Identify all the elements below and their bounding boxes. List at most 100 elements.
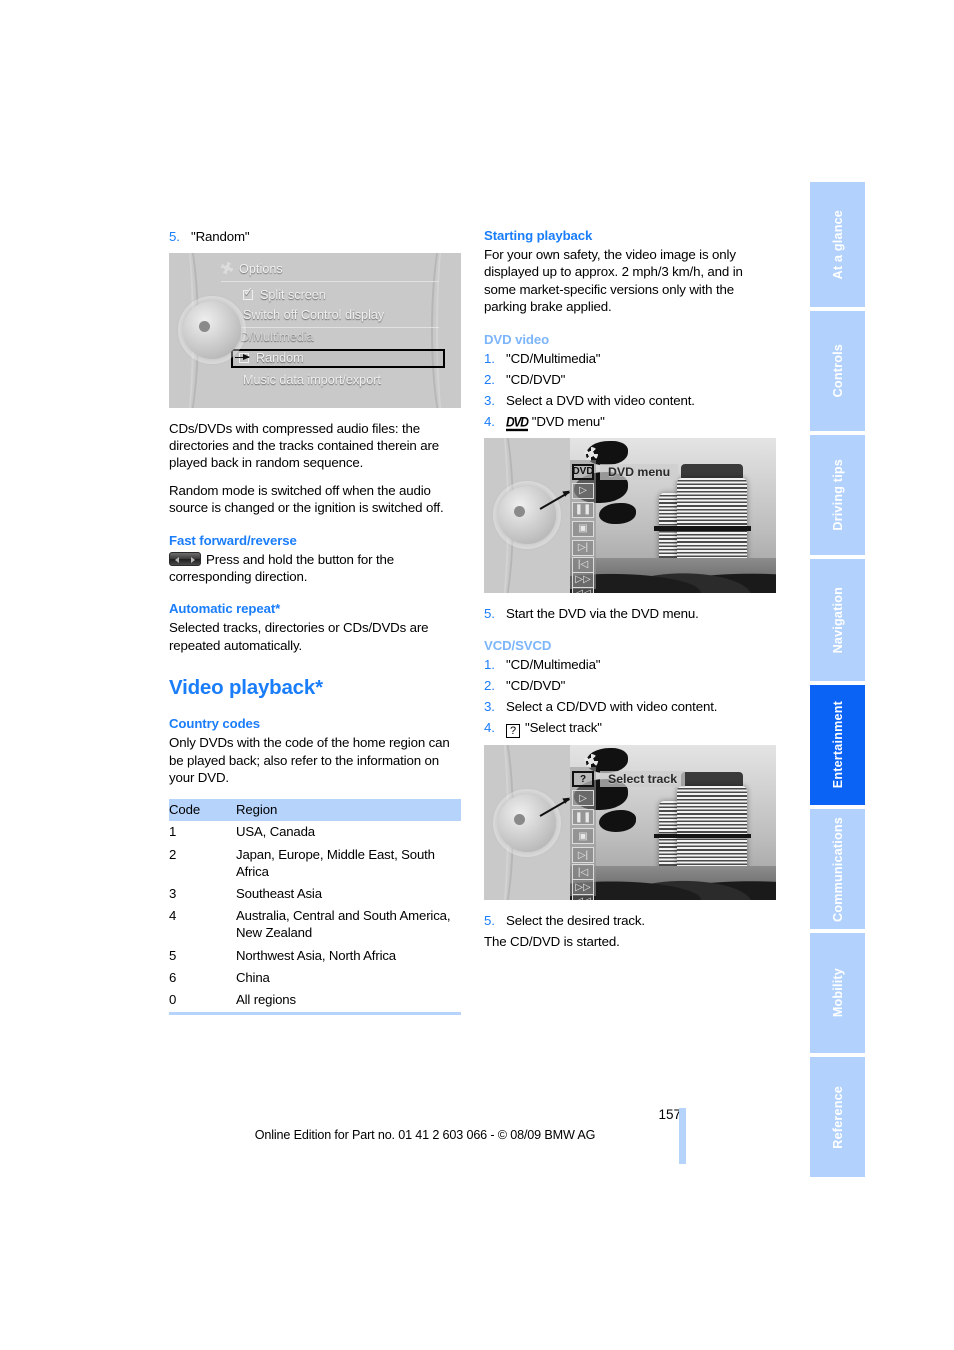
options-title-row: Options bbox=[221, 261, 431, 276]
rewind-icon: ◁◁ bbox=[572, 586, 594, 593]
paragraph-compressed-audio: CDs/DVDs with compressed audio files: th… bbox=[169, 420, 439, 471]
video-image bbox=[570, 437, 776, 593]
sidebar-tab-driving-tips[interactable]: Driving tips bbox=[810, 435, 865, 555]
dvd-menu-button-icon: DVD bbox=[572, 463, 594, 480]
left-column: 5. "Random" Options Split screen Switch … bbox=[169, 228, 461, 1016]
sidebar-tab-label: Driving tips bbox=[830, 459, 845, 531]
sidebar-tab-label: Navigation bbox=[830, 586, 845, 654]
screenshot-options-menu: Options Split screen Switch off Control … bbox=[169, 252, 461, 408]
fast-forward-icon: ▷▷ bbox=[572, 571, 594, 588]
option-random: Random bbox=[239, 351, 439, 365]
page-number-block: 157 bbox=[169, 1106, 681, 1124]
next-track-icon: ▷| bbox=[572, 539, 594, 556]
stop-icon: ▣ bbox=[572, 828, 594, 845]
table-row: 6 China bbox=[169, 969, 270, 985]
tower-band bbox=[654, 833, 752, 839]
table-row: 5 Northwest Asia, North Africa bbox=[169, 947, 396, 963]
list-item: 4. DVD "DVD menu" bbox=[484, 413, 605, 432]
tower-cap bbox=[681, 463, 744, 478]
list-item: 3. Select a CD/DVD with video content. bbox=[484, 699, 718, 715]
checkbox-checked-icon bbox=[243, 284, 254, 300]
tower-band bbox=[654, 525, 752, 531]
rocker-button-icon bbox=[169, 551, 201, 566]
tooltip-label: Select track bbox=[600, 771, 686, 788]
heading-vcd-svcd: VCD/SVCD bbox=[484, 638, 552, 654]
sidebar-tab-label: Communications bbox=[830, 816, 845, 922]
play-icon: ▷ bbox=[572, 482, 594, 499]
gear-icon bbox=[221, 261, 233, 274]
list-item: 2. "CD/DVD" bbox=[484, 371, 566, 387]
paragraph-starting-playback: For your own safety, the video image is … bbox=[484, 247, 743, 315]
list-item: 1. "CD/Multimedia" bbox=[484, 350, 601, 366]
step-number: 5. bbox=[169, 229, 180, 244]
page-number: 157 bbox=[658, 1107, 681, 1122]
sidebar-tab-label: Reference bbox=[830, 1085, 845, 1149]
idrive-controller-knob bbox=[183, 301, 241, 360]
sidebar-tab-label: Entertainment bbox=[830, 701, 845, 789]
list-item: 2. "CD/DVD" bbox=[484, 678, 566, 694]
paragraph-fast-forward: Press and hold the button for the corres… bbox=[169, 551, 394, 585]
screenshot-select-track: ? Select track ▷ ❚❚ ▣ ▷| |◁ ▷▷ ◁◁ bbox=[484, 745, 776, 901]
video-image bbox=[570, 745, 776, 901]
gear-icon bbox=[584, 446, 598, 461]
table-row: 3 Southeast Asia bbox=[169, 886, 322, 902]
heading-video-playback: Video playback* bbox=[169, 676, 323, 700]
option-music-data: Music data import/export bbox=[243, 372, 381, 387]
next-track-icon: ▷| bbox=[572, 847, 594, 864]
column-header-code: Code bbox=[169, 799, 236, 821]
sidebar-tab-label: At a glance bbox=[830, 209, 845, 280]
fast-forward-icon: ▷▷ bbox=[572, 879, 594, 896]
list-item: 5. Start the DVD via the DVD menu. bbox=[484, 605, 699, 621]
table-bottom-rule bbox=[169, 1012, 461, 1016]
sidebar-tab-reference[interactable]: Reference bbox=[810, 1057, 865, 1177]
heading-country-codes: Country codes bbox=[169, 716, 261, 732]
screenshot-dvd-menu: DVD DVD menu ▷ ❚❚ ▣ ▷| |◁ ▷▷ ◁◁ bbox=[484, 437, 776, 593]
sidebar-tab-label: Mobility bbox=[830, 968, 845, 1018]
heading-dvd-video: DVD video bbox=[484, 331, 550, 347]
sidebar-tab-navigation[interactable]: Navigation bbox=[810, 559, 865, 681]
paragraph-country-codes: Only DVDs with the code of the home regi… bbox=[169, 735, 450, 786]
play-icon: ▷ bbox=[572, 790, 594, 807]
bezel-right-inner bbox=[436, 252, 461, 408]
edition-notice: Online Edition for Part no. 01 41 2 603 … bbox=[254, 1128, 596, 1142]
table-row: 2 Japan, Europe, Middle East, South Afri… bbox=[169, 846, 435, 879]
sidebar-tab-at-a-glance[interactable]: At a glance bbox=[810, 182, 865, 307]
sidebar-tab-controls[interactable]: Controls bbox=[810, 311, 865, 431]
heading-fast-forward-reverse: Fast forward/reverse bbox=[169, 532, 297, 548]
table-row: 0 All regions bbox=[169, 992, 296, 1008]
list-item: 1. "CD/Multimedia" bbox=[484, 657, 601, 673]
list-item: 3. Select a DVD with video content. bbox=[484, 392, 695, 408]
previous-track-icon: |◁ bbox=[572, 556, 594, 573]
section-navigation-tabs: At a glance Controls Driving tips Naviga… bbox=[810, 182, 865, 1181]
stop-icon: ▣ bbox=[572, 520, 594, 537]
divider bbox=[231, 326, 439, 328]
country-codes-table: Code Region 1 USA, Canada 2 Japan, Europ… bbox=[169, 799, 461, 1012]
paragraph-automatic-repeat: Selected tracks, directories or CDs/DVDs… bbox=[169, 620, 429, 653]
table-row: 1 USA, Canada bbox=[169, 824, 315, 840]
option-cd-multimedia: CD/Multimedia bbox=[231, 329, 314, 344]
list-item: 4. ? "Select track" bbox=[484, 720, 602, 739]
column-header-region: Region bbox=[236, 799, 461, 821]
step-random: 5. "Random" bbox=[169, 228, 461, 246]
idrive-controller-knob bbox=[498, 793, 556, 852]
tooltip-label: DVD menu bbox=[600, 463, 679, 480]
sidebar-tab-communications[interactable]: Communications bbox=[810, 809, 865, 929]
manual-page: 5. "Random" Options Split screen Switch … bbox=[0, 0, 954, 1350]
select-track-button-icon: ? bbox=[572, 771, 594, 788]
sidebar-tab-label: Controls bbox=[830, 344, 845, 398]
options-title: Options bbox=[239, 261, 283, 276]
question-box-icon: ? bbox=[506, 724, 520, 739]
sidebar-tab-mobility[interactable]: Mobility bbox=[810, 933, 865, 1053]
pointer-arrow bbox=[235, 354, 250, 360]
rewind-icon: ◁◁ bbox=[572, 894, 594, 901]
list-item: 5. Select the desired track. bbox=[484, 913, 645, 929]
table-header-row: Code Region bbox=[169, 799, 461, 821]
idrive-controller-knob bbox=[498, 486, 556, 544]
sidebar-tab-entertainment[interactable]: Entertainment bbox=[810, 685, 865, 805]
paragraph-random-off: Random mode is switched off when the aud… bbox=[169, 482, 444, 516]
heading-automatic-repeat: Automatic repeat* bbox=[169, 601, 281, 617]
pause-icon: ❚❚ bbox=[572, 809, 594, 826]
heading-starting-playback: Starting playback bbox=[484, 228, 593, 243]
table-row: 4 Australia, Central and South America, … bbox=[169, 908, 451, 941]
step-text: "Random" bbox=[191, 229, 250, 244]
